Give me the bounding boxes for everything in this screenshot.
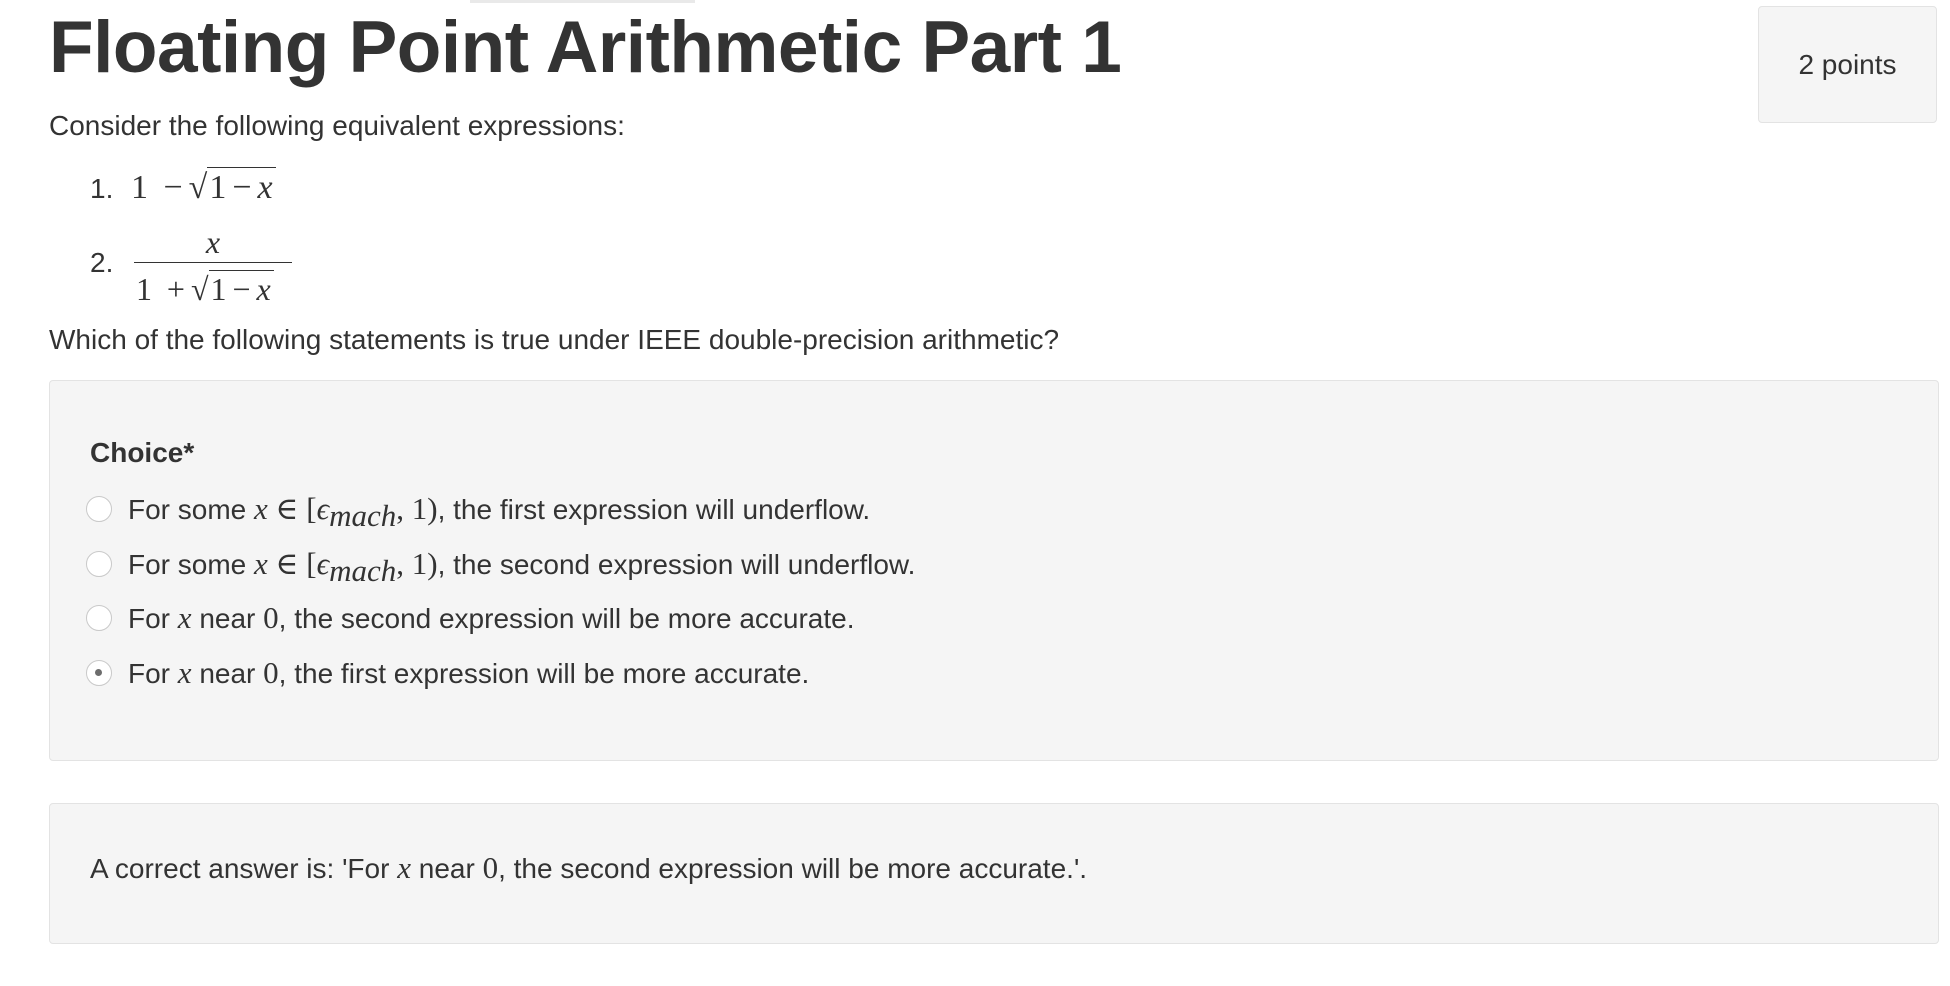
option-text: For x near 0, the first expression will … bbox=[128, 655, 809, 691]
option-prefix: For some bbox=[128, 494, 255, 525]
sqrt-sign-icon: √ bbox=[190, 271, 209, 307]
answer-panel: A correct answer is: 'For x near 0, the … bbox=[49, 803, 1939, 944]
option-middle: near bbox=[191, 603, 264, 634]
option-middle: near bbox=[191, 658, 264, 689]
math-number: 0 bbox=[263, 600, 279, 635]
option-suffix: , the second expression will be more acc… bbox=[278, 603, 855, 634]
math-variable: x bbox=[254, 491, 268, 526]
math-interval-end: , 1) bbox=[396, 491, 438, 526]
sqrt-radicand: 1− x bbox=[207, 167, 276, 206]
option-suffix: , the first expression will underflow. bbox=[437, 494, 871, 525]
math-variable: x bbox=[177, 655, 192, 690]
math-number: 0 bbox=[482, 850, 499, 885]
math-interval-end: , 1) bbox=[396, 546, 438, 581]
radio-button[interactable] bbox=[86, 496, 112, 522]
intro-text: Consider the following equivalent expres… bbox=[49, 110, 625, 141]
fraction-numerator: x bbox=[205, 224, 221, 260]
math-operator: + bbox=[166, 271, 185, 307]
math-variable: x bbox=[256, 271, 271, 307]
math-subscript: mach bbox=[329, 498, 397, 533]
answer-prefix: A correct answer is: 'For bbox=[90, 853, 398, 884]
option-text: For some x ∈ [ϵmach, 1), the second expr… bbox=[128, 546, 916, 588]
math-operator: − bbox=[232, 271, 251, 307]
option-suffix: , the first expression will be more accu… bbox=[278, 658, 810, 689]
answer-suffix: , the second expression will be more acc… bbox=[498, 853, 1088, 884]
radio-button[interactable] bbox=[86, 605, 112, 631]
math-subscript: mach bbox=[329, 553, 397, 588]
expression-number: 1. bbox=[90, 173, 114, 204]
option-1[interactable]: For some x ∈ [ϵmach, 1), the first expre… bbox=[86, 489, 871, 533]
math-epsilon: ϵ bbox=[316, 546, 330, 581]
math-number: 1 bbox=[209, 169, 227, 206]
math-number: 1 bbox=[131, 169, 148, 206]
fraction-bar bbox=[134, 262, 292, 263]
top-edge-divider bbox=[470, 0, 695, 3]
option-text: For some x ∈ [ϵmach, 1), the first expre… bbox=[128, 491, 871, 533]
expression-number: 2. bbox=[90, 247, 114, 278]
option-prefix: For bbox=[128, 658, 178, 689]
question-text: Which of the following statements is tru… bbox=[49, 324, 1060, 355]
option-4[interactable]: For x near 0, the first expression will … bbox=[86, 653, 809, 693]
sqrt-sign-icon: √ bbox=[188, 169, 208, 206]
option-prefix: For some bbox=[128, 549, 255, 580]
sqrt-radicand: 1− x bbox=[208, 270, 274, 307]
math-relation: ∈ [ bbox=[267, 546, 317, 581]
math-variable: x bbox=[177, 600, 192, 635]
math-operator: − bbox=[232, 169, 252, 206]
question-page: Floating Point Arithmetic Part 1 2 point… bbox=[0, 0, 1950, 986]
fraction-denominator: 1 + √1− x bbox=[136, 270, 274, 308]
choice-label: Choice* bbox=[90, 437, 195, 468]
math-variable: x bbox=[397, 850, 411, 885]
math-variable: x bbox=[254, 546, 268, 581]
points-badge: 2 points bbox=[1758, 6, 1937, 123]
expression-formula: 1 − √1− x bbox=[131, 167, 276, 208]
choice-panel: Choice* For some x ∈ [ϵmach, 1), the fir… bbox=[49, 380, 1939, 761]
math-number: 1 bbox=[210, 271, 227, 307]
option-3[interactable]: For x near 0, the second expression will… bbox=[86, 598, 855, 638]
math-variable: x bbox=[257, 169, 273, 206]
math-operator: − bbox=[163, 169, 183, 206]
correct-answer-text: A correct answer is: 'For x near 0, the … bbox=[90, 848, 1087, 889]
option-suffix: , the second expression will underflow. bbox=[437, 549, 916, 580]
answer-middle: near bbox=[410, 853, 483, 884]
math-epsilon: ϵ bbox=[316, 491, 330, 526]
option-prefix: For bbox=[128, 603, 178, 634]
math-number: 1 bbox=[136, 271, 152, 307]
math-number: 0 bbox=[263, 655, 279, 690]
radio-button[interactable] bbox=[86, 660, 112, 686]
radio-button[interactable] bbox=[86, 551, 112, 577]
option-2[interactable]: For some x ∈ [ϵmach, 1), the second expr… bbox=[86, 544, 916, 588]
page-title: Floating Point Arithmetic Part 1 bbox=[49, 7, 1122, 88]
math-relation: ∈ [ bbox=[267, 491, 317, 526]
option-text: For x near 0, the second expression will… bbox=[128, 600, 855, 636]
